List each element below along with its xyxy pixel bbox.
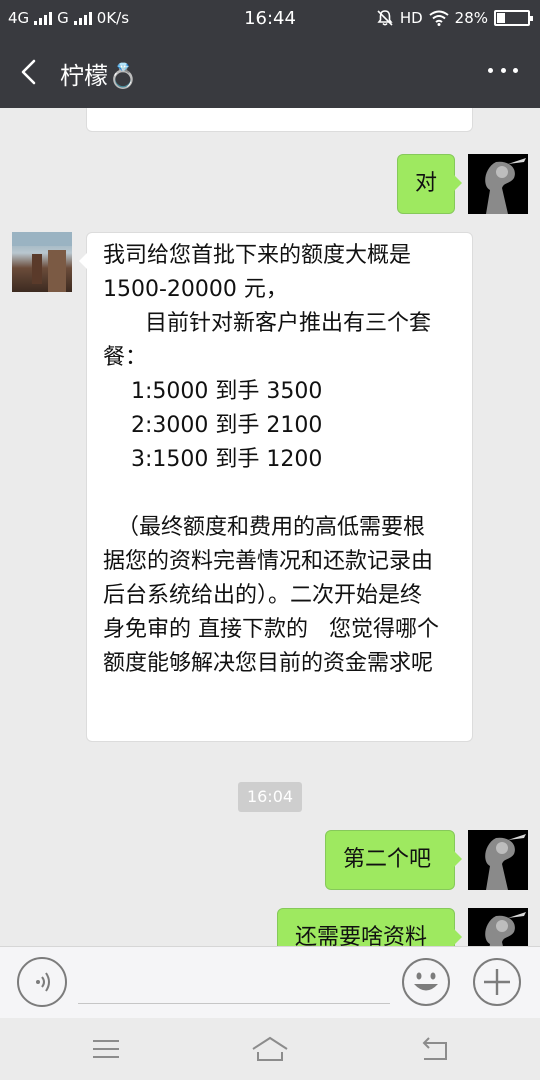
status-right: HD 28% bbox=[376, 9, 533, 27]
avatar-self[interactable] bbox=[468, 908, 528, 946]
message-line: （最终额度和费用的高低需要根 bbox=[103, 515, 425, 540]
avatar-self[interactable] bbox=[468, 830, 528, 890]
message-line: 目前针对新客户推出有三个套 bbox=[103, 311, 431, 336]
battery-level bbox=[497, 13, 506, 23]
message-bubble-right[interactable]: 第二个吧 bbox=[325, 830, 462, 890]
message-line: 身免审的 直接下款的 您觉得哪个 bbox=[103, 617, 439, 642]
emoji-icon[interactable] bbox=[401, 957, 451, 1007]
battery-icon bbox=[494, 10, 533, 26]
menu-icon[interactable] bbox=[86, 1032, 126, 1066]
message-line: 餐： bbox=[103, 345, 148, 370]
message-bubble-right[interactable]: 对 bbox=[397, 154, 462, 214]
avatar-other[interactable] bbox=[12, 232, 72, 292]
message-bubble-right[interactable]: 还需要啥资料 bbox=[277, 908, 462, 946]
home-icon[interactable] bbox=[250, 1032, 290, 1066]
input-bar bbox=[0, 946, 540, 1018]
status-bar: 4G G 0K/s 16:44 HD 28% bbox=[0, 0, 540, 36]
message-line: 1:5000 到手 3500 bbox=[103, 379, 323, 404]
back-icon[interactable] bbox=[414, 1032, 454, 1066]
chat-title: 柠檬💍 bbox=[60, 62, 138, 90]
message-line: 额度能够解决您目前的资金需求呢 bbox=[103, 651, 434, 676]
title-bar: 柠檬💍 bbox=[0, 36, 540, 108]
message-line: 后台系统给出的）。二次开始是终 bbox=[103, 583, 423, 608]
voice-icon[interactable] bbox=[17, 957, 67, 1007]
message-line: 据您的资料完善情况和还款记录由 bbox=[103, 549, 434, 574]
time-divider: 16:04 bbox=[238, 782, 302, 812]
hd-label: HD bbox=[399, 9, 423, 27]
previous-message-bubble bbox=[86, 108, 473, 132]
back-arrow-icon[interactable] bbox=[14, 56, 46, 88]
message-text: 还需要啥资料 bbox=[295, 925, 428, 946]
message-input[interactable] bbox=[78, 1003, 390, 1004]
mute-bell-icon bbox=[377, 10, 393, 26]
message-line: 1500-20000 元， bbox=[103, 277, 288, 302]
avatar-self[interactable] bbox=[468, 154, 528, 214]
message-line: 2:3000 到手 2100 bbox=[103, 413, 323, 438]
chat-area[interactable]: 对 我司给您首批下来的额度大概是 1500-20000 元， 目前针对新客户推出… bbox=[0, 108, 540, 946]
plus-icon[interactable] bbox=[472, 957, 522, 1007]
wifi-icon bbox=[429, 10, 449, 26]
more-dots-icon[interactable] bbox=[488, 64, 518, 76]
message-line bbox=[103, 477, 472, 511]
battery-percent: 28% bbox=[454, 9, 488, 27]
message-line: 3:1500 到手 1200 bbox=[103, 447, 323, 472]
message-text: 第二个吧 bbox=[343, 847, 432, 872]
message-bubble-left[interactable]: 我司给您首批下来的额度大概是 1500-20000 元， 目前针对新客户推出有三… bbox=[79, 232, 473, 742]
message-text: 对 bbox=[415, 171, 438, 196]
navigation-bar bbox=[0, 1018, 540, 1080]
message-line: 我司给您首批下来的额度大概是 bbox=[103, 243, 412, 268]
